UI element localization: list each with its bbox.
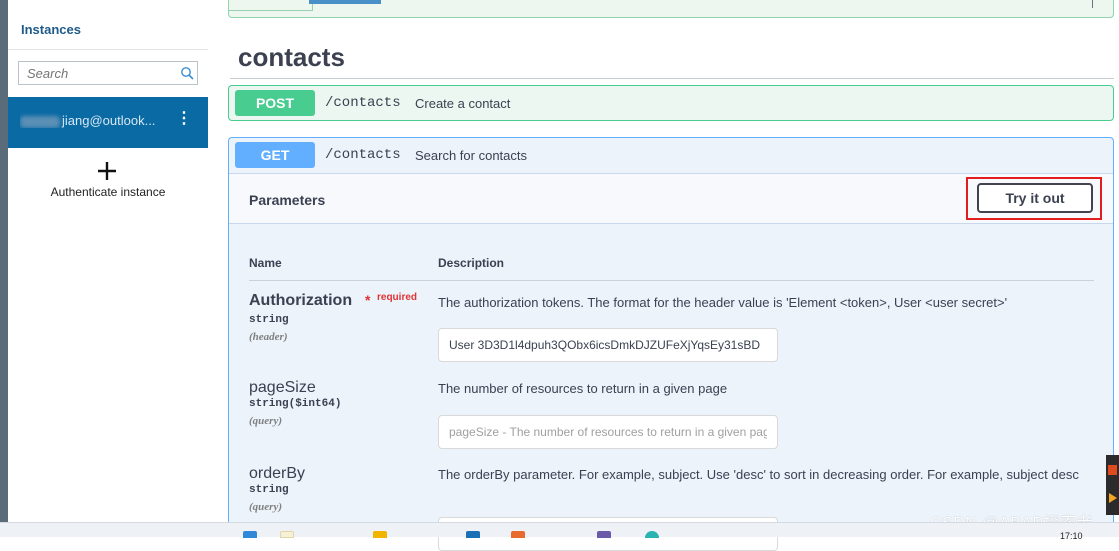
try-it-out-button[interactable]: Try it out [977,183,1093,213]
account-label: jiang@outlook... [20,113,165,128]
param-type: string [249,314,289,326]
param-name: pageSize [249,379,316,396]
required-star: * [365,292,371,308]
clock: 17:10 [1060,531,1083,541]
param-description: The orderBy parameter. For example, subj… [438,467,1079,482]
sidebar-search[interactable] [18,61,198,85]
param-location: (header) [249,331,288,343]
param-name: orderBy [249,465,306,482]
param-description: The authorization tokens. The format for… [438,295,1008,310]
operation-path[interactable]: /contacts [325,147,401,163]
previous-operation-panel [228,0,1114,18]
authenticate-instance-label[interactable]: Authenticate instance [8,185,208,199]
more-options-icon[interactable]: ⋮ [176,111,192,127]
section-title[interactable]: contacts [238,42,345,73]
authorization-input[interactable] [438,328,778,362]
redacted-name [20,115,60,128]
param-location: (query) [249,501,282,513]
divider [230,78,1114,79]
operation-post-contacts[interactable]: POST /contacts Create a contact [228,85,1114,121]
operation-get-contacts: GET /contacts Search for contacts Parame… [228,137,1114,551]
operation-summary: Create a contact [415,96,511,111]
panel-tab[interactable] [229,0,313,11]
column-header-name: Name [249,256,282,270]
method-badge: POST [235,90,315,116]
divider [8,49,208,50]
method-badge[interactable]: GET [235,142,315,168]
search-input[interactable] [27,62,177,84]
pagesize-input[interactable] [438,415,778,449]
operation-path: /contacts [325,95,401,111]
required-label: required [377,292,418,303]
app-icon[interactable] [1108,465,1117,475]
param-name: Authorization [249,292,353,309]
divider [249,280,1094,281]
play-icon[interactable] [1109,493,1117,503]
param-description: The number of resources to return in a g… [438,381,728,396]
side-app-strip [1106,455,1119,515]
window-edge [0,0,8,522]
taskbar: 17:10 [0,522,1119,541]
divider [1092,0,1093,8]
param-type: string [249,484,289,496]
search-icon[interactable] [180,66,194,80]
param-location: (query) [249,415,282,427]
panel-tab-active[interactable] [309,0,381,4]
sidebar: Instances jiang@outlook... ⋮ Authenticat… [8,0,208,522]
sidebar-title: Instances [21,22,81,37]
param-type: string($int64) [249,398,342,410]
parameters-header: Parameters Try it out [229,173,1113,224]
parameters-title: Parameters [249,192,326,208]
column-header-description: Description [438,256,505,270]
operation-summary[interactable]: Search for contacts [415,148,527,163]
plus-icon[interactable] [96,160,118,182]
account-item[interactable]: jiang@outlook... ⋮ [8,97,208,148]
